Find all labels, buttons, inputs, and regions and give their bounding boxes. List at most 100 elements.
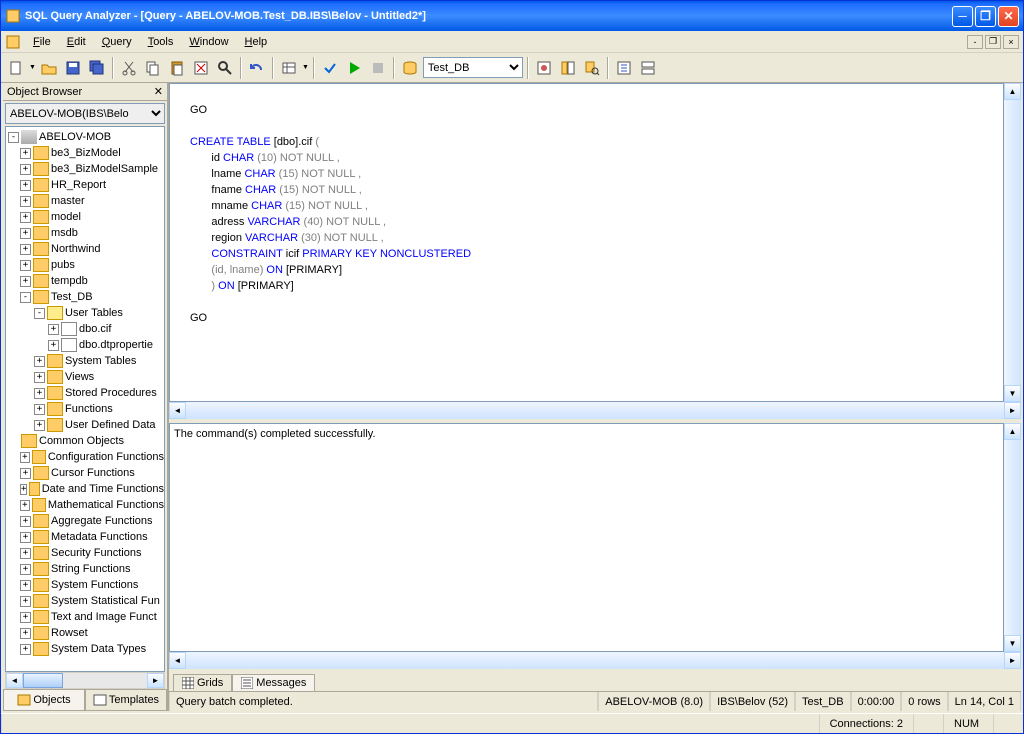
object-browser-panel: Object Browser ✕ ABELOV-MOB(IBS\Belo -AB… [3, 83, 169, 711]
app-icon [5, 8, 21, 24]
tree-db[interactable]: master [51, 195, 85, 207]
status-rows: 0 rows [901, 692, 947, 711]
tree-db[interactable]: model [51, 211, 81, 223]
mdi-icon [5, 34, 21, 50]
tree-db[interactable]: Northwind [51, 243, 101, 255]
tree-folder[interactable]: Rowset [51, 627, 88, 639]
tree-db[interactable]: msdb [51, 227, 78, 239]
tree-folder[interactable]: Mathematical Functions [48, 499, 164, 511]
status-position: Ln 14, Col 1 [948, 692, 1021, 711]
tree-folder[interactable]: Stored Procedures [65, 387, 157, 399]
status-connections: Connections: 2 [819, 714, 913, 733]
close-button[interactable]: ✕ [998, 6, 1019, 27]
paste-button[interactable] [166, 57, 188, 79]
window-title: SQL Query Analyzer - [Query - ABELOV-MOB… [25, 10, 952, 22]
tab-objects[interactable]: Objects [3, 690, 85, 711]
find-button[interactable] [214, 57, 236, 79]
estimated-plan-button[interactable] [533, 57, 555, 79]
execute-button[interactable] [343, 57, 365, 79]
status-num: NUM [943, 714, 993, 733]
content-area: GO CREATE TABLE [dbo].cif ( id CHAR (10)… [169, 83, 1021, 711]
tree-folder[interactable]: Configuration Functions [48, 451, 164, 463]
undo-button[interactable] [246, 57, 268, 79]
copy-button[interactable] [142, 57, 164, 79]
results-message: The command(s) completed successfully. [174, 428, 376, 440]
clear-window-button[interactable] [190, 57, 212, 79]
new-button[interactable] [5, 57, 27, 79]
results-pane[interactable]: The command(s) completed successfully. [169, 423, 1004, 652]
main-window: SQL Query Analyzer - [Query - ABELOV-MOB… [0, 0, 1024, 734]
sql-editor[interactable]: GO CREATE TABLE [dbo].cif ( id CHAR (10)… [169, 83, 1004, 402]
tree-db[interactable]: pubs [51, 259, 75, 271]
cut-button[interactable] [118, 57, 140, 79]
tree-folder[interactable]: Metadata Functions [51, 531, 148, 543]
menu-window[interactable]: Window [181, 34, 236, 50]
tree-db-selected[interactable]: Test_DB [51, 291, 93, 303]
tree-folder[interactable]: System Functions [51, 579, 138, 591]
tree-table[interactable]: dbo.dtpropertie [79, 339, 153, 351]
status-time: 0:00:00 [851, 692, 902, 711]
app-statusbar: Connections: 2 NUM [1, 713, 1023, 733]
options-button[interactable] [613, 57, 635, 79]
menu-edit[interactable]: Edit [59, 34, 94, 50]
editor-vscroll[interactable]: ▲▼ [1004, 83, 1021, 402]
tree-folder[interactable]: System Data Types [51, 643, 146, 655]
tree-folder[interactable]: Date and Time Functions [42, 483, 164, 495]
status-server: ABELOV-MOB (8.0) [598, 692, 710, 711]
show-results-button[interactable] [637, 57, 659, 79]
parse-button[interactable] [319, 57, 341, 79]
titlebar[interactable]: SQL Query Analyzer - [Query - ABELOV-MOB… [1, 1, 1023, 31]
tree-folder[interactable]: Views [65, 371, 94, 383]
main-area: Object Browser ✕ ABELOV-MOB(IBS\Belo -AB… [1, 83, 1023, 713]
tree-folder[interactable]: System Tables [65, 355, 136, 367]
menu-query[interactable]: Query [94, 34, 140, 50]
object-browser-close-icon[interactable]: ✕ [154, 85, 163, 98]
tree-db[interactable]: HR_Report [51, 179, 106, 191]
tree-db[interactable]: tempdb [51, 275, 88, 287]
tree-user-tables[interactable]: User Tables [65, 307, 123, 319]
tree-db[interactable]: be3_BizModelSample [51, 163, 158, 175]
database-select[interactable]: Test_DB [423, 57, 523, 78]
save-all-button[interactable] [86, 57, 108, 79]
mdi-close-button[interactable]: × [1003, 35, 1019, 49]
open-button[interactable] [38, 57, 60, 79]
menu-tools[interactable]: Tools [140, 34, 182, 50]
execute-mode-button[interactable] [278, 57, 300, 79]
editor-hscroll[interactable]: ◄► [169, 402, 1021, 419]
tree-common[interactable]: Common Objects [39, 435, 124, 447]
tree-server[interactable]: ABELOV-MOB [39, 131, 111, 143]
results-hscroll[interactable]: ◄► [169, 652, 1021, 669]
object-tree[interactable]: -ABELOV-MOB +be3_BizModel +be3_BizModelS… [5, 126, 165, 672]
tree-folder[interactable]: String Functions [51, 563, 130, 575]
object-search-button[interactable] [581, 57, 603, 79]
results-vscroll[interactable]: ▲▼ [1004, 423, 1021, 652]
mdi-minimize-button[interactable]: - [967, 35, 983, 49]
menu-file[interactable]: File [25, 34, 59, 50]
tab-templates[interactable]: Templates [85, 690, 167, 711]
tree-folder[interactable]: Cursor Functions [51, 467, 135, 479]
tab-messages[interactable]: Messages [232, 674, 315, 691]
stop-button[interactable] [367, 57, 389, 79]
query-statusbar: Query batch completed. ABELOV-MOB (8.0) … [169, 691, 1021, 711]
toolbar: ▼ ▼ Test_DB [1, 53, 1023, 83]
tree-hscroll[interactable]: ◄► [5, 672, 165, 689]
tree-folder[interactable]: Aggregate Functions [51, 515, 153, 527]
tree-folder[interactable]: User Defined Data [65, 419, 156, 431]
object-browser-title: Object Browser ✕ [3, 83, 167, 101]
menu-help[interactable]: Help [237, 34, 276, 50]
mdi-restore-button[interactable]: ❐ [985, 35, 1001, 49]
tree-folder[interactable]: Functions [65, 403, 113, 415]
tree-folder[interactable]: System Statistical Fun [51, 595, 160, 607]
tree-db[interactable]: be3_BizModel [51, 147, 121, 159]
maximize-button[interactable]: ❐ [975, 6, 996, 27]
tree-table[interactable]: dbo.cif [79, 323, 111, 335]
object-browser-button[interactable] [557, 57, 579, 79]
save-button[interactable] [62, 57, 84, 79]
status-user: IBS\Belov (52) [710, 692, 795, 711]
connection-select[interactable]: ABELOV-MOB(IBS\Belo [5, 103, 165, 124]
tab-grids[interactable]: Grids [173, 674, 232, 691]
tree-folder[interactable]: Text and Image Funct [51, 611, 157, 623]
minimize-button[interactable]: ─ [952, 6, 973, 27]
status-db: Test_DB [795, 692, 851, 711]
tree-folder[interactable]: Security Functions [51, 547, 141, 559]
